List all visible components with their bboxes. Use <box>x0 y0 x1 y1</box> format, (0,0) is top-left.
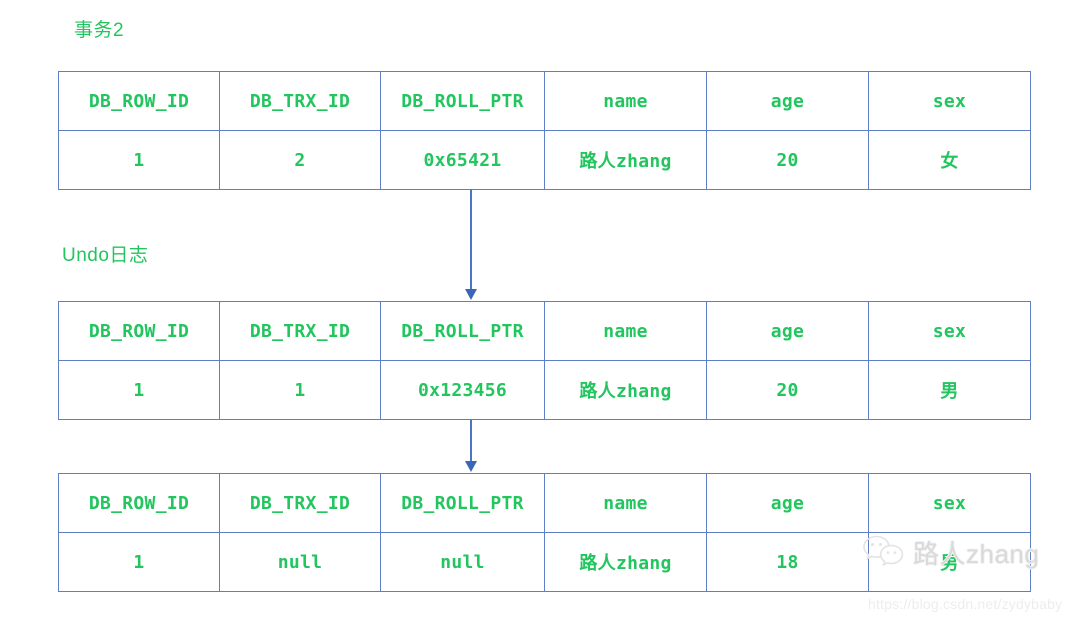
column-header-sex: sex <box>868 473 1031 533</box>
column-header-db-trx-id: DB_TRX_ID <box>219 71 381 131</box>
cell-sex: 女 <box>868 130 1031 190</box>
column-header-db-row-id: DB_ROW_ID <box>58 71 220 131</box>
cell-name: 路人zhang <box>544 532 707 592</box>
cell-db-trx-id: null <box>219 532 381 592</box>
column-header-db-trx-id: DB_TRX_ID <box>219 301 381 361</box>
cell-db-row-id: 1 <box>58 130 220 190</box>
arrow-shaft <box>470 189 472 291</box>
transaction-label: 事务2 <box>74 20 125 41</box>
cell-db-trx-id: 2 <box>219 130 381 190</box>
table-undo-record-1: DB_ROW_ID DB_TRX_ID DB_ROLL_PTR name age… <box>58 301 1031 420</box>
column-header-age: age <box>706 473 869 533</box>
cell-name: 路人zhang <box>544 130 707 190</box>
column-header-db-row-id: DB_ROW_ID <box>58 301 220 361</box>
arrow-head <box>465 289 477 300</box>
cell-sex: 男 <box>868 532 1031 592</box>
cell-age: 20 <box>706 360 869 420</box>
column-header-sex: sex <box>868 71 1031 131</box>
cell-name: 路人zhang <box>544 360 707 420</box>
column-header-age: age <box>706 71 869 131</box>
cell-db-row-id: 1 <box>58 360 220 420</box>
table-header-row: DB_ROW_ID DB_TRX_ID DB_ROLL_PTR name age… <box>58 71 1031 131</box>
column-header-sex: sex <box>868 301 1031 361</box>
arrow-head <box>465 461 477 472</box>
table-current-record: DB_ROW_ID DB_TRX_ID DB_ROLL_PTR name age… <box>58 71 1031 190</box>
column-header-db-roll-ptr: DB_ROLL_PTR <box>380 473 545 533</box>
cell-db-trx-id: 1 <box>219 360 381 420</box>
column-header-db-row-id: DB_ROW_ID <box>58 473 220 533</box>
cell-sex: 男 <box>868 360 1031 420</box>
arrow-shaft <box>470 420 472 463</box>
column-header-db-roll-ptr: DB_ROLL_PTR <box>380 71 545 131</box>
undo-log-label: Undo日志 <box>62 245 149 266</box>
column-header-age: age <box>706 301 869 361</box>
column-header-name: name <box>544 301 707 361</box>
cell-db-row-id: 1 <box>58 532 220 592</box>
column-header-name: name <box>544 71 707 131</box>
diagram-canvas: 事务2 Undo日志 DB_ROW_ID DB_TRX_ID DB_ROLL_P… <box>0 0 1080 620</box>
cell-age: 20 <box>706 130 869 190</box>
column-header-db-trx-id: DB_TRX_ID <box>219 473 381 533</box>
column-header-name: name <box>544 473 707 533</box>
cell-age: 18 <box>706 532 869 592</box>
cell-db-roll-ptr: null <box>380 532 545 592</box>
table-row: 1 1 0x123456 路人zhang 20 男 <box>58 360 1031 420</box>
table-row: 1 2 0x65421 路人zhang 20 女 <box>58 130 1031 190</box>
cell-db-roll-ptr: 0x65421 <box>380 130 545 190</box>
table-header-row: DB_ROW_ID DB_TRX_ID DB_ROLL_PTR name age… <box>58 301 1031 361</box>
cell-db-roll-ptr: 0x123456 <box>380 360 545 420</box>
table-undo-record-2: DB_ROW_ID DB_TRX_ID DB_ROLL_PTR name age… <box>58 473 1031 592</box>
table-row: 1 null null 路人zhang 18 男 <box>58 532 1031 592</box>
table-header-row: DB_ROW_ID DB_TRX_ID DB_ROLL_PTR name age… <box>58 473 1031 533</box>
column-header-db-roll-ptr: DB_ROLL_PTR <box>380 301 545 361</box>
watermark-url: https://blog.csdn.net/zydybaby <box>868 596 1063 612</box>
